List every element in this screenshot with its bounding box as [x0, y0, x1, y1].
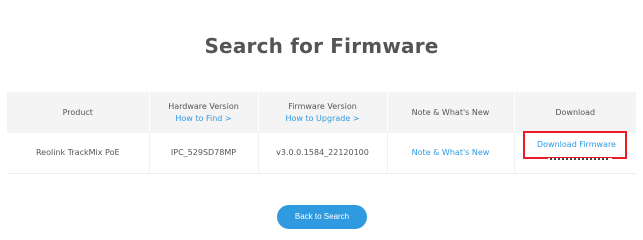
cell-hardware-version: IPC_529SD78MP: [148, 133, 258, 174]
firmware-version-value: v3.0.0.1584_22120100: [276, 148, 369, 158]
header-product-label: Product: [62, 108, 93, 117]
how-to-upgrade-link[interactable]: How to Upgrade >: [259, 113, 387, 124]
header-firmware-version-label: Firmware Version: [288, 102, 357, 111]
download-firmware-link[interactable]: Download Firmware: [525, 140, 629, 149]
header-download-label: Download: [555, 108, 596, 117]
header-hardware-version-label: Hardware Version: [168, 102, 239, 111]
table-row: Reolink TrackMix PoE IPC_529SD78MP v3.0.…: [7, 131, 636, 174]
cell-firmware-version: v3.0.0.1584_22120100: [257, 133, 387, 174]
header-product: Product: [7, 92, 149, 133]
header-notes-label: Note & What's New: [411, 108, 490, 117]
firmware-table: Product Hardware Version How to Find > F…: [7, 92, 636, 174]
back-to-search-button[interactable]: Back to Search: [277, 205, 367, 229]
hardware-version-value: IPC_529SD78MP: [170, 148, 237, 158]
notes-link[interactable]: Note & What's New: [412, 148, 490, 157]
header-notes: Note & What's New: [386, 92, 514, 133]
header-download: Download: [513, 92, 636, 133]
page-title: Search for Firmware: [204, 34, 439, 58]
cell-product: Reolink TrackMix PoE: [7, 133, 149, 174]
hidden-text-peek: [547, 158, 612, 161]
cell-notes: Note & What's New: [386, 133, 514, 174]
table-header-row: Product Hardware Version How to Find > F…: [7, 92, 636, 133]
cell-download: Download Firmware: [513, 131, 636, 174]
how-to-find-link[interactable]: How to Find >: [150, 113, 258, 124]
header-firmware-version: Firmware Version How to Upgrade >: [257, 92, 387, 133]
firmware-search-page: Search for Firmware Product Hardware Ver…: [0, 0, 643, 233]
download-highlight-box: Download Firmware: [522, 131, 629, 161]
header-hardware-version: Hardware Version How to Find >: [148, 92, 258, 133]
product-name: Reolink TrackMix PoE: [35, 148, 120, 158]
